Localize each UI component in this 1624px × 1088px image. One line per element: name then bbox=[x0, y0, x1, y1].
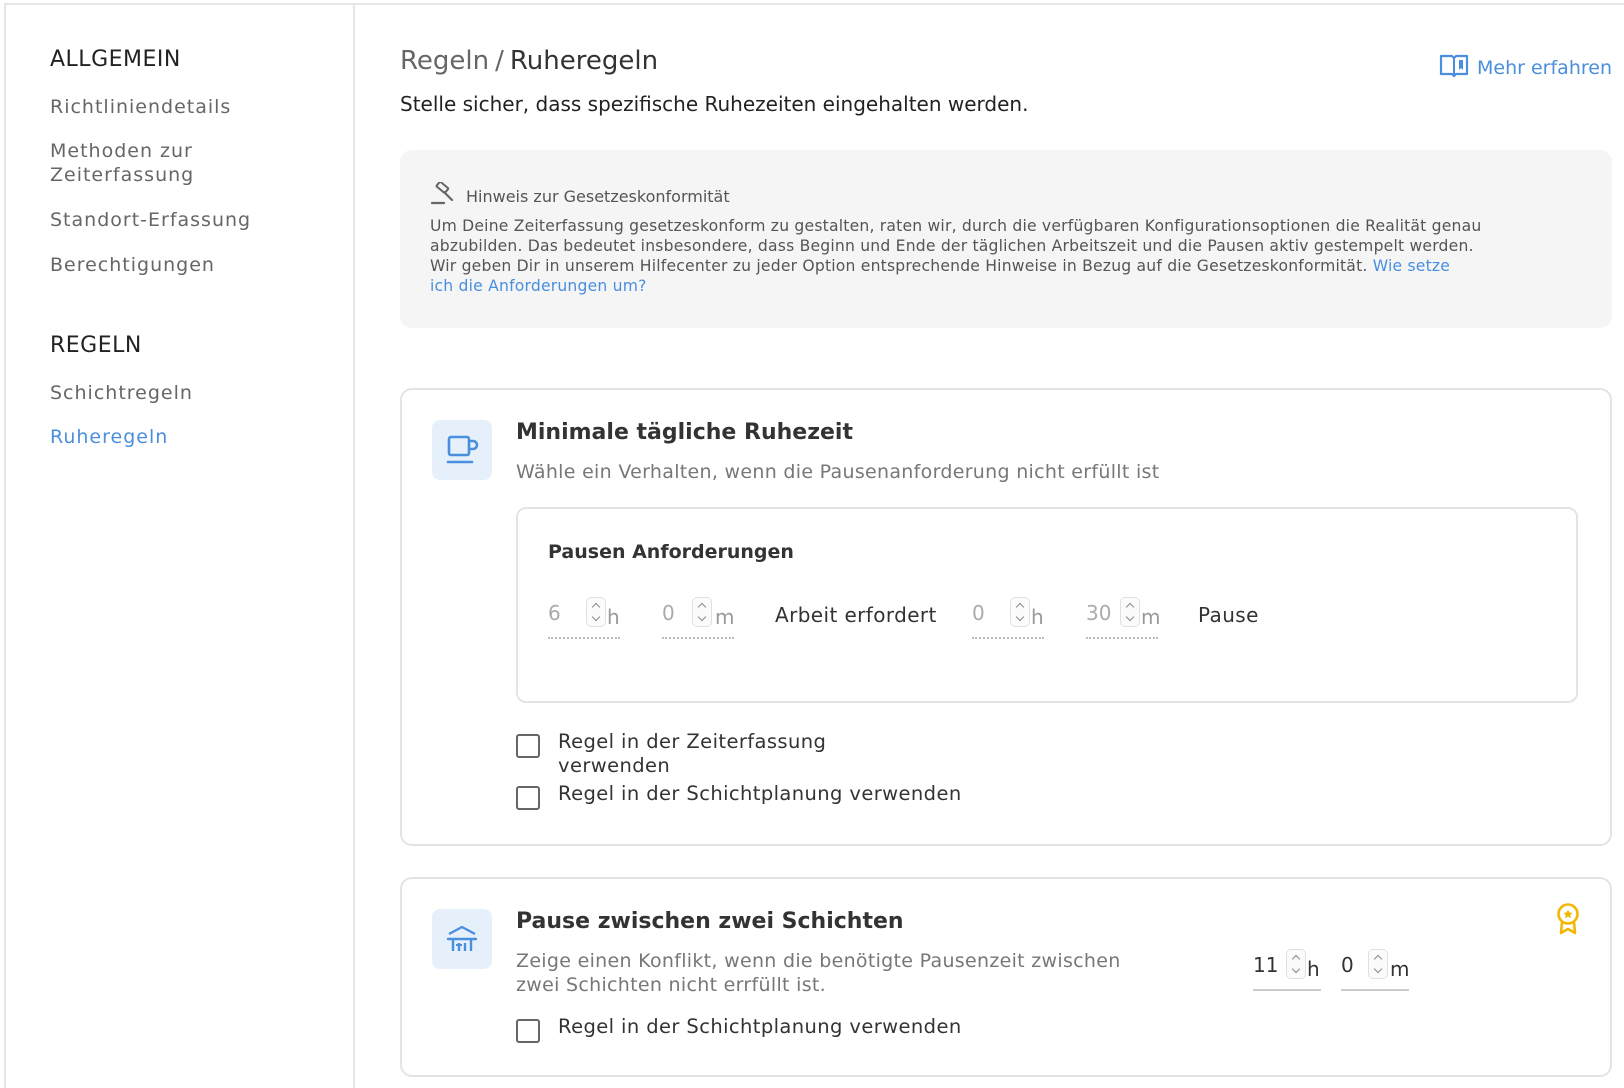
coffee-cup-icon bbox=[432, 420, 492, 480]
spin-arrows-icon[interactable] bbox=[692, 597, 712, 627]
learn-more-link[interactable]: Mehr erfahren bbox=[1439, 52, 1612, 83]
sidebar-item-label-line2: Zeiterfassung bbox=[50, 164, 195, 186]
stepper-unit: h bbox=[1031, 605, 1044, 629]
break-requirements-title: Pausen Anforderungen bbox=[548, 541, 794, 563]
checkbox-label-line1: Regel in der Zeiterfassung bbox=[558, 730, 827, 753]
award-badge-icon bbox=[1554, 903, 1582, 939]
stepper-unit: h bbox=[607, 605, 620, 629]
min-daily-rest-card: Minimale tägliche Ruhezeit Wähle ein Ver… bbox=[400, 388, 1612, 846]
open-book-icon bbox=[1439, 52, 1469, 83]
break-minutes-stepper[interactable]: 30 m bbox=[1086, 595, 1161, 643]
checkbox-box[interactable] bbox=[516, 1019, 540, 1043]
checkbox-label-line2: verwenden bbox=[558, 754, 671, 777]
rest-hours-stepper[interactable]: 11 h bbox=[1253, 947, 1321, 995]
stepper-underline bbox=[662, 637, 734, 639]
stepper-underline bbox=[1341, 989, 1409, 991]
sidebar: ALLGEMEIN Richtliniendetails Methoden zu… bbox=[6, 5, 355, 1088]
sidebar-item-permissions[interactable]: Berechtigungen bbox=[50, 253, 215, 277]
compliance-notice: Hinweis zur Gesetzeskonformität Um Deine… bbox=[400, 150, 1612, 328]
stepper-underline bbox=[972, 637, 1044, 639]
spin-arrows-icon[interactable] bbox=[1368, 949, 1388, 979]
checkbox-box[interactable] bbox=[516, 786, 540, 810]
notice-text: Um Deine Zeiterfassung gesetzeskonform z… bbox=[430, 216, 1590, 296]
checkbox-label: Regel in der Zeiterfassung verwenden bbox=[558, 730, 826, 778]
breadcrumb-separator: / bbox=[495, 46, 504, 76]
stepper-value: 11 bbox=[1253, 953, 1279, 977]
sidebar-item-shift-rules[interactable]: Schichtregeln bbox=[50, 381, 193, 405]
spin-arrows-icon[interactable] bbox=[586, 597, 606, 627]
checkbox-box[interactable] bbox=[516, 734, 540, 758]
rest-minutes-stepper[interactable]: 0 m bbox=[1341, 947, 1409, 995]
spin-arrows-icon[interactable] bbox=[1286, 949, 1306, 979]
sidebar-item-rest-rules[interactable]: Ruheregeln bbox=[50, 425, 168, 449]
card-description: Wähle ein Verhalten, wenn die Pausenanfo… bbox=[516, 461, 1160, 483]
checkbox-label: Regel in der Schichtplanung verwenden bbox=[558, 1015, 962, 1038]
spin-arrows-icon[interactable] bbox=[1010, 597, 1030, 627]
sidebar-section-general: ALLGEMEIN bbox=[50, 47, 181, 72]
spin-arrows-icon[interactable] bbox=[1120, 597, 1140, 627]
breadcrumb-current: Ruheregeln bbox=[509, 46, 659, 76]
stepper-unit: h bbox=[1307, 957, 1320, 981]
stepper-value: 30 bbox=[1086, 601, 1112, 625]
requirements-help-link[interactable]: Wie setze bbox=[1373, 257, 1450, 275]
sidebar-item-label-line1: Methoden zur bbox=[50, 140, 193, 162]
notice-line: abzubilden. Das bedeutet insbesondere, d… bbox=[430, 237, 1474, 255]
notice-title: Hinweis zur Gesetzeskonformität bbox=[466, 186, 730, 206]
break-requirements-row: 6 h 0 m Arbeit erfordert 0 h 30 m Pause bbox=[548, 595, 1548, 645]
sidebar-item-policy-details[interactable]: Richtliniendetails bbox=[50, 95, 231, 119]
break-requirements-box: Pausen Anforderungen 6 h 0 m Arbeit erfo… bbox=[516, 507, 1578, 703]
stepper-underline bbox=[1253, 989, 1321, 991]
break-between-shifts-card: Pause zwischen zwei Schichten Zeige eine… bbox=[400, 877, 1612, 1077]
breadcrumb-parent[interactable]: Regeln bbox=[400, 46, 489, 76]
page-subtitle: Stelle sicher, dass spezifische Ruhezeit… bbox=[400, 92, 1029, 116]
sidebar-item-location-tracking[interactable]: Standort-Erfassung bbox=[50, 208, 251, 232]
stepper-value: 0 bbox=[1341, 953, 1354, 977]
breadcrumb: Regeln / Ruheregeln bbox=[400, 46, 658, 76]
learn-more-label: Mehr erfahren bbox=[1477, 56, 1612, 79]
stepper-unit: m bbox=[715, 605, 735, 629]
work-hours-stepper[interactable]: 6 h bbox=[548, 595, 620, 643]
work-minutes-stepper[interactable]: 0 m bbox=[662, 595, 734, 643]
notice-header: Hinweis zur Gesetzeskonformität bbox=[430, 180, 730, 210]
stepper-unit: m bbox=[1141, 605, 1161, 629]
shift-break-icon bbox=[432, 909, 492, 969]
checkbox-label: Regel in der Schichtplanung verwenden bbox=[558, 782, 962, 805]
use-in-shift-planning-checkbox[interactable]: Regel in der Schichtplanung verwenden bbox=[516, 1015, 962, 1043]
card-description-line2: zwei Schichten nicht errfüllt ist. bbox=[516, 974, 826, 996]
card-description-line1: Zeige einen Konflikt, wenn die benötigte… bbox=[516, 950, 1121, 972]
stepper-value: 0 bbox=[972, 601, 985, 625]
notice-line: ich die Anforderungen um? bbox=[430, 276, 1590, 296]
card-title: Pause zwischen zwei Schichten bbox=[516, 909, 904, 934]
stepper-value: 0 bbox=[662, 601, 675, 625]
break-label: Pause bbox=[1198, 603, 1259, 627]
notice-line: Wir geben Dir in unserem Hilfecenter zu … bbox=[430, 256, 1590, 276]
notice-line-text: Wir geben Dir in unserem Hilfecenter zu … bbox=[430, 257, 1368, 275]
main-content: Regeln / Ruheregeln Stelle sicher, dass sp… bbox=[400, 0, 1624, 1088]
stepper-value: 6 bbox=[548, 601, 561, 625]
sidebar-item-time-tracking-methods[interactable]: Methoden zur Zeiterfassung bbox=[50, 139, 194, 187]
break-hours-stepper[interactable]: 0 h bbox=[972, 595, 1044, 643]
stepper-underline bbox=[1086, 637, 1158, 639]
stepper-unit: m bbox=[1390, 957, 1410, 981]
use-in-shift-planning-checkbox[interactable]: Regel in der Schichtplanung verwenden bbox=[516, 782, 962, 810]
gavel-icon bbox=[430, 180, 456, 210]
card-description: Zeige einen Konflikt, wenn die benötigte… bbox=[516, 949, 1121, 997]
work-requires-label: Arbeit erfordert bbox=[775, 603, 937, 627]
sidebar-section-rules: REGELN bbox=[50, 333, 142, 358]
stepper-underline bbox=[548, 637, 620, 639]
card-title: Minimale tägliche Ruhezeit bbox=[516, 420, 853, 445]
notice-line: Um Deine Zeiterfassung gesetzeskonform z… bbox=[430, 217, 1482, 235]
requirements-help-link-cont[interactable]: ich die Anforderungen um? bbox=[430, 277, 647, 295]
use-in-time-tracking-checkbox[interactable]: Regel in der Zeiterfassung verwenden bbox=[516, 730, 826, 778]
